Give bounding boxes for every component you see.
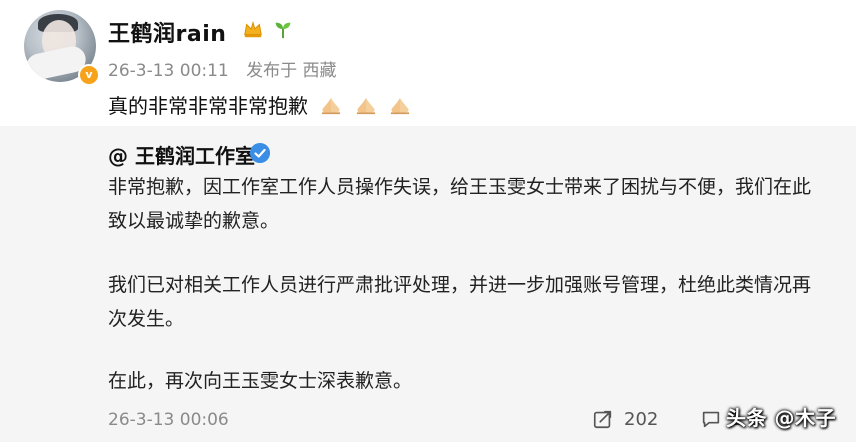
post-content: 真的非常非常非常抱歉: [108, 90, 411, 119]
repost-paragraph: 非常抱歉，因工作室工作人员操作失误，给王玉雯女士带来了困扰与不便，我们在此致以最…: [108, 176, 812, 232]
repost-paragraph: 我们已对相关工作人员进行严肃批评处理，并进一步加强账号管理，杜绝此类情况再次发生…: [108, 274, 812, 330]
comment-icon: [702, 411, 720, 428]
sprout-icon: [275, 22, 291, 39]
post-location: 发布于 西藏: [246, 61, 337, 81]
praying-hands-icon: [356, 97, 375, 115]
praying-hands-icon: [322, 97, 341, 115]
praying-hands-icon: [390, 97, 410, 115]
reposted-content[interactable]: @ 王鹤润工作室 非常抱歉，因工作室工作人员操作失误，给王玉雯女士带来了困扰与不…: [0, 126, 856, 442]
post-text: 真的非常非常非常抱歉: [108, 94, 308, 118]
crown-icon: [244, 20, 262, 38]
weibo-post: v 王鹤润rain 26-3-13 00:11 发布于 西藏 真的非常非常非常抱…: [0, 0, 856, 442]
repost-author[interactable]: @ 王鹤润工作室: [108, 140, 255, 169]
post-header: v 王鹤润rain 26-3-13 00:11 发布于 西藏: [24, 8, 524, 88]
verified-check-icon: [250, 143, 270, 163]
username[interactable]: 王鹤润rain: [108, 16, 226, 48]
verified-badge-icon: v: [78, 64, 100, 86]
share-button[interactable]: 202: [592, 408, 658, 430]
share-count: 202: [624, 408, 659, 430]
repost-time: 26-3-13 00:06: [108, 410, 229, 430]
repost-paragraph: 在此，再次向王玉雯女士深表歉意。: [108, 370, 413, 392]
watermark: 头条 @木子: [726, 406, 836, 430]
post-meta: 26-3-13 00:11 发布于 西藏: [108, 56, 349, 81]
post-time: 26-3-13 00:11: [108, 61, 229, 81]
share-icon: [593, 410, 612, 429]
